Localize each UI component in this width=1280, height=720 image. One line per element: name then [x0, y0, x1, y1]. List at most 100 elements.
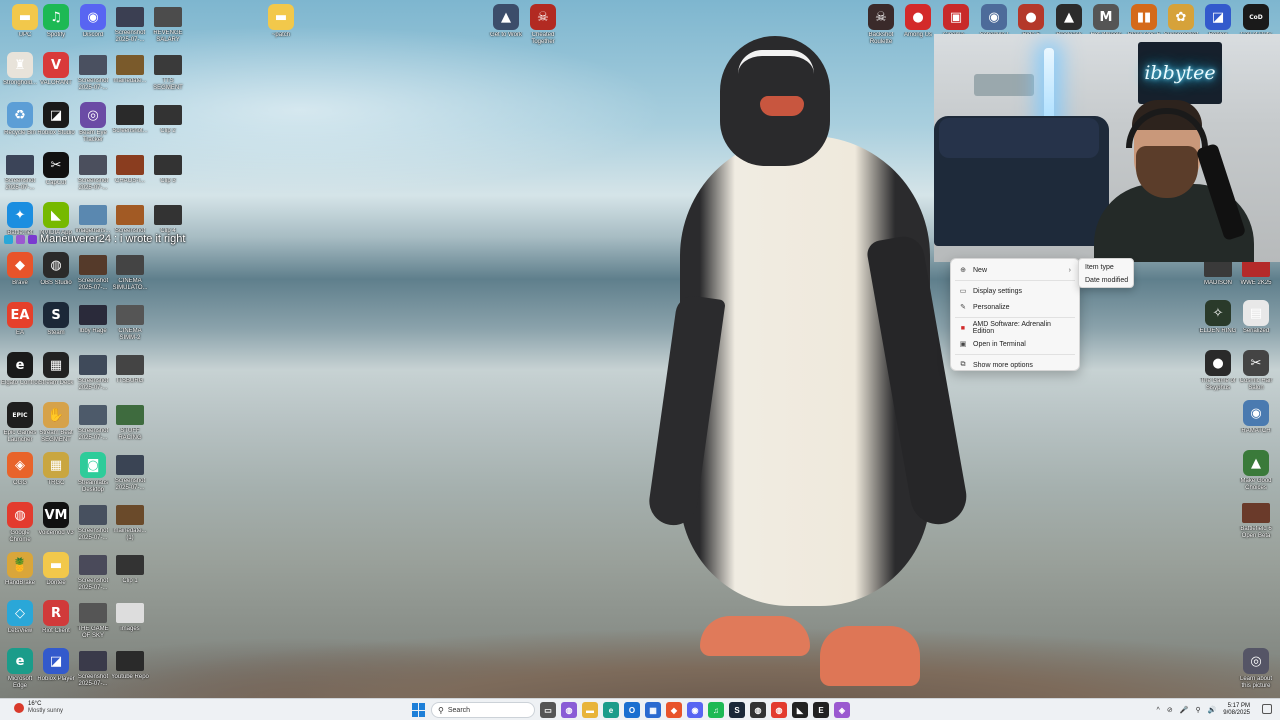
desktop-icon[interactable]: Screenshot 2025-07-...	[73, 402, 113, 442]
edge-icon[interactable]: e	[603, 702, 619, 718]
desktop-icon[interactable]: CINEMA SIMM-2	[110, 302, 150, 342]
desktop-icon[interactable]: ▲ Get to Work	[486, 4, 526, 39]
desktop-icon[interactable]: ◪ Roblox Player	[36, 648, 76, 683]
desktop-icon[interactable]: Clip 3	[148, 152, 188, 185]
desktop-icon[interactable]: Clip 1	[110, 552, 150, 585]
file-explorer-icon[interactable]: ▬	[582, 702, 598, 718]
weather-widget[interactable]: 16°C Mostly sunny	[14, 701, 63, 715]
desktop-icon[interactable]: e Elgato Control	[0, 352, 40, 387]
copilot-icon[interactable]: ◍	[561, 702, 577, 718]
capture-icon[interactable]: ◈	[834, 702, 850, 718]
desktop-icon[interactable]: ✂ Cosmic Hair Salon	[1236, 350, 1276, 392]
desktop-icon[interactable]: ▲ Make Good Choices	[1236, 450, 1276, 492]
menu-item-amd-software[interactable]: ■ AMD Software: Adrenalin Edition	[951, 320, 1079, 336]
desktop-icon[interactable]: ▤ Serialized	[1236, 300, 1276, 335]
tray-mic-icon[interactable]: 🎤	[1180, 706, 1189, 714]
desktop-icon[interactable]: mainedate...	[110, 52, 150, 85]
desktop-icon[interactable]: ✋ Stream Beat SEGMENT	[36, 402, 76, 444]
desktop-icon[interactable]: Screenshot	[110, 202, 150, 235]
desktop-icon[interactable]: ◎ Beam Eye Tracker	[73, 102, 113, 144]
desktop-icon[interactable]: ✂ CapCut	[36, 152, 76, 187]
desktop-icon[interactable]: Screenshot 2025-07-...	[73, 352, 113, 392]
desktop-icon[interactable]: Youtube Repo	[110, 648, 150, 681]
desktop-icon[interactable]: ● The Game of Sisyphus	[1198, 350, 1238, 392]
desktop-icon[interactable]: imagetrans...	[73, 202, 113, 235]
desktop-icon[interactable]: R Riot Client	[36, 600, 76, 635]
submenu-item-type[interactable]: Item type	[1079, 261, 1133, 274]
desktop-icon[interactable]: ▦ TRGC	[36, 452, 76, 487]
desktop-icon[interactable]: mainedate... (1)	[110, 502, 150, 542]
desktop-icon[interactable]: ◈ OGG	[0, 452, 40, 487]
taskbar-search[interactable]: ⚲ Search	[431, 702, 535, 718]
desktop-icon[interactable]: EPIC Epic Games Launcher	[0, 402, 40, 444]
desktop-icon[interactable]: Screenshot 2025-07-...	[73, 648, 113, 688]
file-manager-icon[interactable]: ▭	[540, 702, 556, 718]
desktop-icon[interactable]: Clip 2	[148, 102, 188, 135]
desktop-icon[interactable]: ▦ Stream Deck	[36, 352, 76, 387]
desktop-icon[interactable]: Clip 4	[148, 202, 188, 235]
desktop-icon[interactable]: ◙ Streamlabs Desktop	[73, 452, 113, 494]
desktop-icon[interactable]: images	[110, 600, 150, 633]
desktop-icon[interactable]: ▬ ~patch	[261, 4, 301, 39]
desktop-icon[interactable]: ◍ OBS Studio	[36, 252, 76, 287]
desktop-icon[interactable]: Battlefield 6 Open Beta	[1236, 500, 1276, 540]
desktop-icon[interactable]: ▬ Dontee	[36, 552, 76, 587]
desktop-icon[interactable]: Screenshot 2025-07-...	[110, 452, 150, 492]
chrome-icon[interactable]: ◍	[771, 702, 787, 718]
desktop-icon[interactable]: VM Voicemod V3	[36, 502, 76, 537]
submenu-date-modified[interactable]: Date modified	[1079, 274, 1133, 287]
desktop-icon[interactable]: Screenshot 2025-07-...	[73, 502, 113, 542]
menu-item-open-terminal[interactable]: ▣ Open in Terminal	[951, 336, 1079, 352]
epic-icon[interactable]: E	[813, 702, 829, 718]
desktop-icon[interactable]: ♻ Recycle Bin	[0, 102, 40, 137]
nvidia-icon[interactable]: ◣	[792, 702, 808, 718]
desktop-icon[interactable]: ♫ Spotify	[36, 4, 76, 39]
taskbar-clock[interactable]: 5:17 PM 9/08/2025	[1223, 703, 1250, 717]
desktop-icon[interactable]: ◆ Brave	[0, 252, 40, 287]
desktop-icon[interactable]: Screenshot 2025-07-...	[73, 252, 113, 292]
tray-location-icon[interactable]: ⚲	[1195, 706, 1200, 714]
desktop-icon[interactable]: Screenshot 2025-07-...	[73, 152, 113, 192]
desktop-icon[interactable]: Screenshot 2025-07-...	[73, 552, 113, 592]
desktop-icon[interactable]: TTS SEGMENT	[148, 52, 188, 92]
tray-network-icon[interactable]: ⊘	[1167, 706, 1173, 714]
tray-volume-icon[interactable]: 🔊	[1208, 706, 1217, 714]
obs-icon[interactable]: ◍	[750, 702, 766, 718]
menu-item-personalize[interactable]: ✎ Personalize	[951, 299, 1079, 315]
desktop-icon[interactable]: e Microsoft Edge	[0, 648, 40, 690]
steam-icon[interactable]: S	[729, 702, 745, 718]
desktop-icon[interactable]: Screenshot 2025-07-...	[73, 52, 113, 92]
desktop-icon[interactable]: ◉ RAMATCH	[1236, 400, 1276, 435]
desktop-icon[interactable]: ◇ LetsView	[0, 600, 40, 635]
desktop-icon[interactable]: CINEMA SIMULATO...	[110, 252, 150, 292]
discord-icon[interactable]: ◉	[687, 702, 703, 718]
desktop-icon[interactable]: ◪ Roblox Studio	[36, 102, 76, 137]
desktop-icon[interactable]: ☠ Backshot Roulette	[861, 4, 901, 46]
desktop-icon[interactable]: ● Among Us	[898, 4, 938, 39]
desktop-icon[interactable]: ♜ Stronghold...	[0, 52, 40, 87]
start-button[interactable]	[412, 703, 426, 717]
desktop-icon[interactable]: STUFF RACING	[110, 402, 150, 442]
desktop-icon[interactable]: Screenshot...	[110, 102, 150, 135]
desktop-icon[interactable]: 🍍 HandBrake	[0, 552, 40, 587]
desktop-icon[interactable]: ITSBURG	[110, 352, 150, 385]
desktop-icon[interactable]: CHAOS-I...	[110, 152, 150, 185]
menu-item-show-more-options[interactable]: ⧉ Show more options	[951, 357, 1079, 373]
store-icon[interactable]: ▦	[645, 702, 661, 718]
desktop-icon[interactable]: ◍ Google Chrome	[0, 502, 40, 544]
desktop-icon[interactable]: ◎ Learn about this picture	[1236, 648, 1276, 690]
menu-item-new[interactable]: ⊕ New ›	[951, 262, 1079, 278]
desktop-icon[interactable]: S Steam	[36, 302, 76, 337]
desktop-icon[interactable]: ✧ ELDEN RING	[1198, 300, 1238, 335]
desktop-icon[interactable]: EA EA	[0, 302, 40, 337]
brave-icon[interactable]: ◆	[666, 702, 682, 718]
desktop-icon[interactable]: Screenshot 2025-07-...	[110, 4, 150, 44]
tray-overflow-icon[interactable]: ^	[1157, 707, 1160, 714]
spotify-icon[interactable]: ♫	[708, 702, 724, 718]
desktop-icon[interactable]: Screenshot 2025-07-...	[0, 152, 40, 192]
desktop-icon[interactable]: REVENGE SALARY	[148, 4, 188, 44]
desktop-icon[interactable]: Ibby Rage	[73, 302, 113, 335]
desktop-icon[interactable]: V VALORANT	[36, 52, 76, 87]
desktop-icon[interactable]: ◉ Discord	[73, 4, 113, 39]
menu-item-display-settings[interactable]: ▭ Display settings	[951, 283, 1079, 299]
